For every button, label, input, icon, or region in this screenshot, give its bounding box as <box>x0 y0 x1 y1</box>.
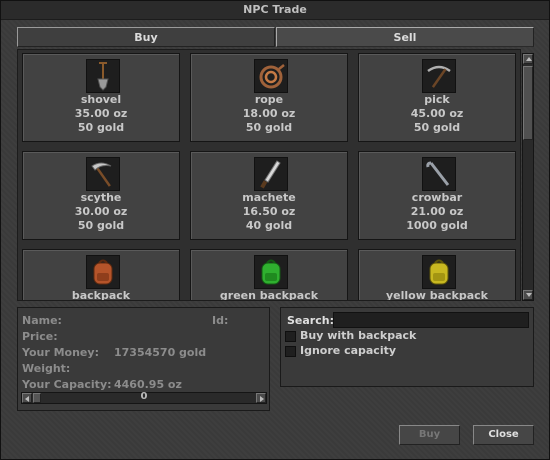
item-cell-shovel[interactable]: shovel 35.00 oz 50 gold <box>22 53 180 142</box>
arrow-up-icon <box>526 57 532 61</box>
item-price: 1000 gold <box>406 219 468 232</box>
arrow-right-icon <box>260 396 264 402</box>
buy-with-backpack-label[interactable]: Buy with backpack <box>300 329 416 342</box>
search-label: Search: <box>287 314 334 327</box>
rope-icon <box>254 59 288 93</box>
pick-icon <box>422 59 456 93</box>
green-backpack-icon <box>254 255 288 289</box>
item-name: yellow backpack <box>386 289 488 301</box>
item-name: shovel <box>80 93 122 106</box>
item-cell-crowbar[interactable]: crowbar 21.00 oz 1000 gold <box>358 151 516 240</box>
item-cell-pick[interactable]: pick 45.00 oz 50 gold <box>358 53 516 142</box>
item-cell-rope[interactable]: rope 18.00 oz 50 gold <box>190 53 348 142</box>
item-price: 50 gold <box>413 121 461 134</box>
yellow-backpack-icon <box>422 255 456 289</box>
buy-with-backpack-checkbox[interactable] <box>285 331 296 342</box>
item-cell-yellow-backpack[interactable]: yellow backpack <box>358 249 516 301</box>
scroll-up-button[interactable] <box>523 54 533 64</box>
shovel-icon <box>86 59 120 93</box>
item-list-scrollbar[interactable] <box>522 53 534 301</box>
name-label: Name: <box>22 314 62 327</box>
item-weight: 45.00 oz <box>410 107 464 120</box>
close-button[interactable]: Close <box>473 425 534 445</box>
item-weight: 35.00 oz <box>74 107 128 120</box>
item-name: pick <box>424 93 450 106</box>
weight-label: Weight: <box>22 362 71 375</box>
item-weight: 16.50 oz <box>242 205 296 218</box>
scroll-thumb[interactable] <box>523 66 533 140</box>
item-name: crowbar <box>411 191 463 204</box>
machete-icon <box>254 157 288 191</box>
ignore-capacity-checkbox[interactable] <box>285 346 296 357</box>
buy-button[interactable]: Buy <box>399 425 460 445</box>
item-name: machete <box>242 191 296 204</box>
backpack-icon <box>86 255 120 289</box>
capacity-label: Your Capacity: <box>22 378 112 391</box>
item-price: 50 gold <box>245 121 293 134</box>
tab-sell[interactable]: Sell <box>276 27 534 47</box>
item-name: scythe <box>80 191 122 204</box>
amount-value: 0 <box>140 391 148 402</box>
slider-right-button[interactable] <box>256 393 266 403</box>
item-price: 40 gold <box>245 219 293 232</box>
item-cell-backpack[interactable]: backpack <box>22 249 180 301</box>
money-value: 17354570 gold <box>114 346 207 359</box>
item-cell-green-backpack[interactable]: green backpack <box>190 249 348 301</box>
item-price: 50 gold <box>77 121 125 134</box>
npc-trade-window: NPC Trade Buy Sell shovel 35.00 oz 50 go… <box>0 0 550 460</box>
capacity-value: 4460.95 oz <box>114 378 182 391</box>
item-weight: 18.00 oz <box>242 107 296 120</box>
money-label: Your Money: <box>22 346 99 359</box>
item-grid: shovel 35.00 oz 50 gold rope 18.00 oz 50… <box>17 49 521 301</box>
scythe-icon <box>86 157 120 191</box>
item-cell-scythe[interactable]: scythe 30.00 oz 50 gold <box>22 151 180 240</box>
ignore-capacity-label[interactable]: Ignore capacity <box>300 344 396 357</box>
item-name: backpack <box>71 289 131 301</box>
item-name: rope <box>254 93 284 106</box>
window-title[interactable]: NPC Trade <box>1 1 549 20</box>
item-price: 50 gold <box>77 219 125 232</box>
item-cell-machete[interactable]: machete 16.50 oz 40 gold <box>190 151 348 240</box>
price-label: Price: <box>22 330 58 343</box>
id-label: Id: <box>212 314 229 327</box>
scroll-down-button[interactable] <box>523 290 533 300</box>
amount-slider[interactable]: 0 <box>21 391 267 404</box>
arrow-down-icon <box>526 293 532 297</box>
search-input[interactable] <box>333 312 529 328</box>
options-panel: Search: Buy with backpack Ignore capacit… <box>280 307 534 387</box>
item-weight: 21.00 oz <box>410 205 464 218</box>
item-name: green backpack <box>219 289 319 301</box>
crowbar-icon <box>422 157 456 191</box>
tab-buy[interactable]: Buy <box>17 27 275 47</box>
item-weight: 30.00 oz <box>74 205 128 218</box>
item-info-panel: Name: Id: Price: Your Money: 17354570 go… <box>17 307 270 411</box>
